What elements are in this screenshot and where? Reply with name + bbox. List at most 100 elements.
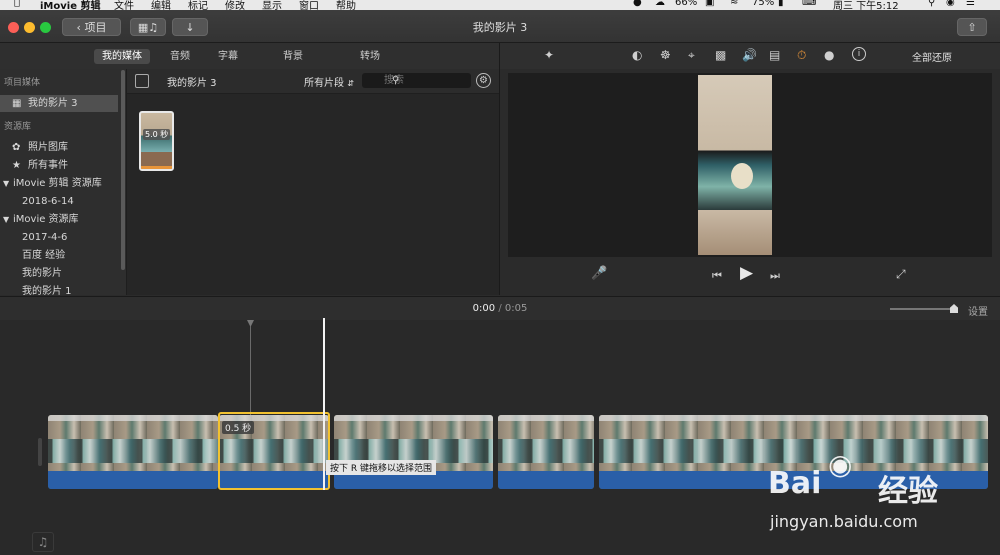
chevron-updown-icon: ⇵ (347, 79, 354, 88)
sidebar-scrollbar[interactable] (121, 70, 125, 270)
photos-icon: ✿ (12, 142, 21, 153)
color-correction-icon[interactable]: ☸ (660, 48, 671, 62)
sidebar-item-all-events-label: 所有事件 (28, 160, 68, 171)
tab-backgrounds[interactable]: 背景 (275, 49, 311, 64)
music-note-icon[interactable]: ♫ (32, 532, 54, 552)
sidebar-item-event-2018[interactable]: 2018-6-14 (0, 193, 118, 210)
sidebar-toggle-icon[interactable] (135, 74, 149, 88)
menu-window[interactable]: 窗口 (299, 0, 319, 10)
qq-status-icon[interactable]: ● (633, 0, 642, 8)
skip-forward-icon[interactable]: ⏭ (770, 269, 780, 283)
sidebar-item-event-my-movie[interactable]: 我的影片 (0, 265, 118, 282)
reset-all-button[interactable]: 全部还原 (912, 49, 952, 64)
menu-app-name[interactable]: iMovie 剪辑 (40, 0, 100, 10)
sidebar-item-library-1[interactable]: ▼ iMovie 剪辑 资源库 (0, 175, 118, 192)
paw-icon: ◉ (828, 448, 853, 481)
info-icon[interactable]: i (852, 47, 866, 61)
clip-top-strip (498, 415, 594, 421)
sidebar-item-all-events[interactable]: ★ 所有事件 (0, 157, 118, 174)
tab-my-media[interactable]: 我的媒体 (94, 49, 150, 64)
sidebar-item-library-2[interactable]: ▼ iMovie 资源库 (0, 211, 118, 228)
battery-percent: 66% (675, 0, 698, 8)
wifi-icon[interactable]: ≈ (730, 0, 738, 8)
sidebar-item-event-my-movie-1[interactable]: 我的影片 1 (0, 283, 118, 295)
menu-help[interactable]: 帮助 (336, 0, 356, 10)
media-browser (127, 69, 500, 295)
timeline-settings-button[interactable]: 设置 (968, 303, 988, 318)
crop-icon[interactable]: ⌖ (688, 48, 695, 62)
menu-modify[interactable]: 修改 (225, 0, 245, 10)
clip-filmstrip (498, 415, 594, 471)
timeline-header: 0:00 / 0:05 设置 (0, 296, 1000, 322)
siri-icon[interactable]: ◉ (946, 0, 955, 8)
video-frame (698, 75, 772, 255)
clip-top-strip (48, 415, 218, 421)
cloud-status-icon[interactable]: ☁ (655, 0, 665, 8)
star-icon: ★ (12, 160, 21, 171)
sidebar-item-event-2017[interactable]: 2017-4-6 (0, 229, 118, 246)
clip-filter-select[interactable]: 所有片段 ⇵ (304, 74, 354, 89)
current-time: 0:00 (472, 303, 496, 314)
magic-wand-icon[interactable]: ✦ (544, 48, 554, 62)
apple-menu-icon[interactable]:  (14, 0, 20, 8)
battery-icon[interactable]: ▮ (778, 0, 784, 8)
viewer-controls: 🎤 ⏮ ▶ ⏭ ⤢ (500, 258, 1000, 295)
clip-filter-icon[interactable]: ● (824, 48, 834, 62)
spotlight-icon[interactable]: ⚲ (928, 0, 935, 8)
share-button[interactable]: ⇧ (957, 18, 987, 36)
disclosure-triangle-icon[interactable]: ▼ (3, 211, 9, 228)
speed-icon[interactable]: ⏱ (797, 48, 806, 62)
timeline-clip[interactable] (334, 415, 493, 489)
skip-back-icon[interactable]: ⏮ (712, 269, 722, 283)
menu-file[interactable]: 文件 (114, 0, 134, 10)
play-icon[interactable]: ▶ (740, 265, 753, 282)
clapper-icon: ▦ (12, 98, 22, 109)
total-time: 0:05 (504, 303, 528, 314)
clip-audio-waveform (498, 471, 594, 489)
sidebar-item-photos[interactable]: ✿ 照片图库 (0, 139, 118, 156)
gear-icon[interactable]: ⚙ (476, 73, 491, 88)
clip-audio-waveform (48, 471, 218, 489)
thumbnail-used-bar (141, 166, 172, 169)
libraries-sidebar: 项目媒体 ▦ 我的影片 3 资源库 ✿ 照片图库 ★ 所有事件 ▼ iMovie… (0, 69, 127, 295)
tab-transitions[interactable]: 转场 (352, 49, 388, 64)
search-input[interactable] (362, 73, 471, 88)
media-thumbnail[interactable]: 5.0 秒 (139, 111, 174, 171)
stabilization-icon[interactable]: ▩ (715, 48, 726, 62)
volume-icon[interactable]: 🔊 (742, 48, 757, 62)
sidebar-section-project-media: 项目媒体 (4, 78, 41, 88)
clip-top-strip (334, 415, 493, 421)
clip-top-strip (599, 415, 988, 421)
input-method-icon[interactable]: ⌨ (802, 0, 816, 8)
microphone-icon[interactable]: 🎤 (591, 267, 607, 281)
menu-edit[interactable]: 编辑 (151, 0, 171, 10)
timeline-clip[interactable] (48, 415, 218, 489)
color-balance-icon[interactable]: ◐ (632, 48, 642, 62)
timeline-start-handle[interactable] (38, 438, 42, 466)
sidebar-item-project[interactable]: ▦ 我的影片 3 (0, 95, 118, 112)
time-separator: / (498, 303, 502, 314)
playhead[interactable] (323, 318, 325, 490)
search-icon: ⚲ (392, 75, 400, 86)
zoom-slider[interactable] (890, 304, 958, 313)
thumbnail-duration: 5.0 秒 (143, 129, 171, 140)
airplay-icon[interactable]: ▣ (705, 0, 714, 8)
sidebar-item-event-baidu[interactable]: 百度 经验 (0, 247, 118, 264)
menu-view[interactable]: 显示 (262, 0, 282, 10)
selection-duration-badge: 0.5 秒 (222, 421, 255, 434)
battery-percent-2: 75% (752, 0, 775, 8)
equalizer-icon[interactable]: ▤ (769, 48, 780, 62)
range-tooltip: 按下 R 键拖移以选择范围 (326, 460, 436, 475)
timeline-clip[interactable] (498, 415, 594, 489)
adjustments-bar: ✦ ◐ ☸ ⌖ ▩ 🔊 ▤ ⏱ ● i 全部还原 (500, 43, 1000, 69)
sidebar-item-event-2018-label: 2018-6-14 (22, 196, 74, 207)
disclosure-triangle-icon[interactable]: ▼ (3, 175, 9, 192)
fullscreen-icon[interactable]: ⤢ (896, 267, 906, 281)
menu-mark[interactable]: 标记 (188, 0, 208, 10)
tab-audio[interactable]: 音频 (162, 49, 198, 64)
window-toolbar: ‹ 项目 ▦♫ ↓ 我的影片 3 ⇧ (0, 10, 1000, 43)
menu-clock[interactable]: 周三 下午5:12 (833, 0, 899, 10)
tab-titles[interactable]: 字幕 (210, 49, 246, 64)
notification-center-icon[interactable]: ☰ (966, 0, 975, 8)
viewer-canvas (508, 73, 992, 257)
